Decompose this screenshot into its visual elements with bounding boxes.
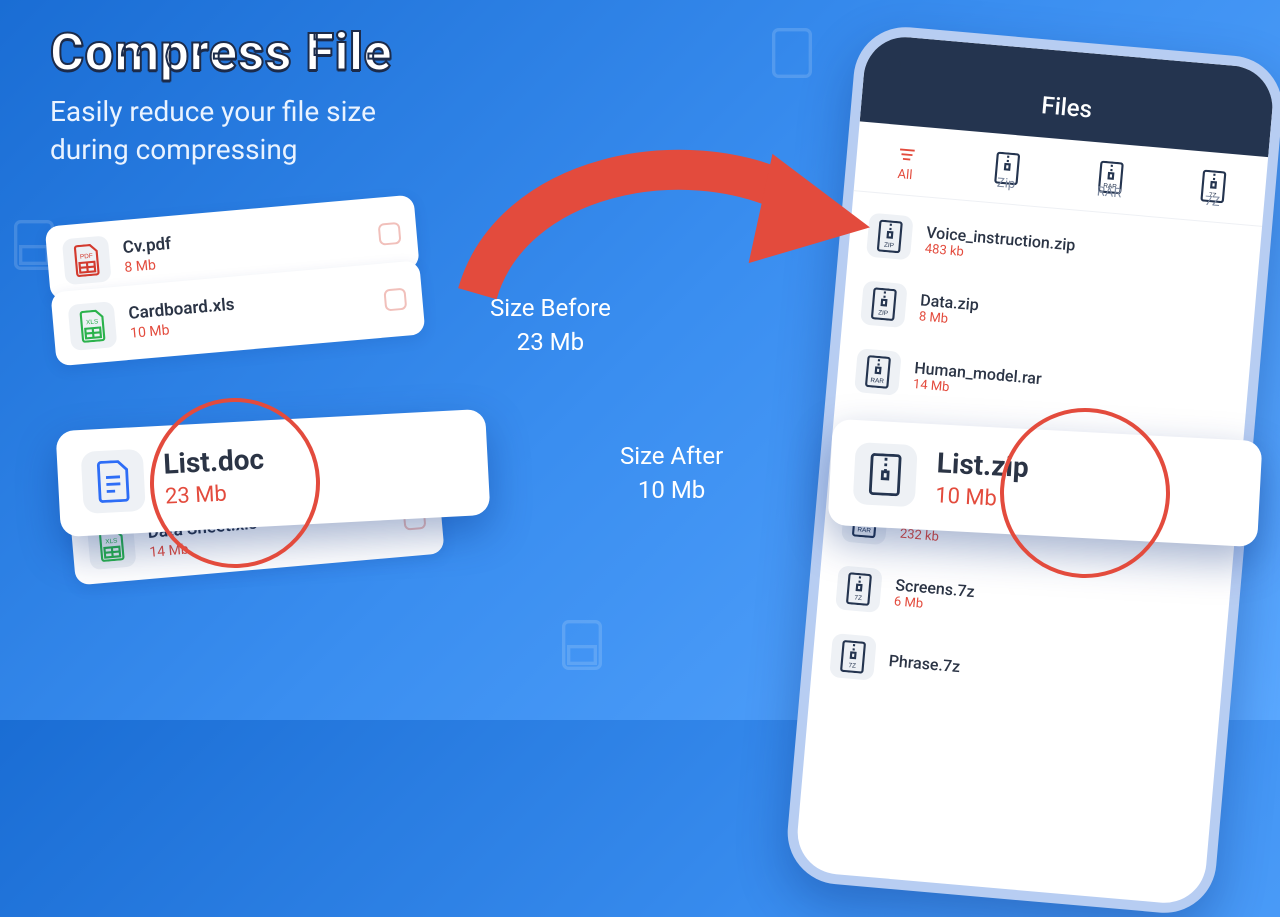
checkbox[interactable]	[383, 288, 407, 312]
file-size: 10 Mb	[935, 483, 1028, 513]
zip-icon	[994, 151, 1022, 175]
tab-rar[interactable]: RAR RAR	[1091, 154, 1129, 208]
page-subtitle: Easily reduce your file size during comp…	[50, 93, 392, 169]
file-name: List.doc	[163, 442, 265, 480]
svg-text:XLS: XLS	[105, 538, 118, 546]
tab-label: Zip	[996, 176, 1015, 193]
bg-deco-icon	[560, 620, 604, 670]
tab-label: All	[897, 167, 913, 183]
doc-icon	[81, 449, 146, 514]
tab-7z[interactable]: 7Z 7Z	[1194, 163, 1232, 217]
arrow-icon	[446, 103, 874, 342]
headline: Compress File Easily reduce your file si…	[50, 22, 392, 169]
file-name: Phrase.7z	[888, 651, 961, 676]
xls-icon: XLS	[68, 301, 118, 351]
svg-text:RAR: RAR	[870, 377, 884, 385]
highlighted-result-file[interactable]: List.zip 10 Mb	[828, 419, 1263, 547]
svg-text:XLS: XLS	[86, 318, 99, 326]
page-title: Compress File	[50, 22, 392, 83]
file-name: List.zip	[936, 446, 1030, 484]
svg-text:ZIP: ZIP	[884, 242, 895, 250]
all-icon	[895, 143, 919, 167]
bg-deco-icon	[770, 28, 814, 78]
tab-label: RAR	[1096, 184, 1122, 201]
svg-text:RAR: RAR	[857, 526, 871, 534]
svg-text:ZIP: ZIP	[878, 309, 889, 317]
checkbox[interactable]	[284, 457, 313, 486]
7z-icon: 7Z	[835, 565, 883, 613]
file-size: 23 Mb	[164, 479, 266, 509]
pdf-icon: PDF	[62, 235, 112, 285]
svg-text:PDF: PDF	[80, 253, 93, 261]
rar-icon: RAR	[1097, 160, 1125, 184]
zip-icon	[853, 442, 918, 507]
svg-text:7Z: 7Z	[848, 662, 856, 670]
checkbox[interactable]	[378, 222, 402, 246]
highlighted-source-file[interactable]: List.doc 23 Mb	[56, 409, 491, 537]
tab-zip[interactable]: Zip	[988, 145, 1026, 199]
7z-icon: 7Z	[829, 633, 877, 681]
tab-all[interactable]: All	[889, 136, 923, 189]
7z-icon: 7Z	[1200, 169, 1228, 193]
zip-icon: ZIP	[866, 213, 914, 261]
rar-icon: RAR	[854, 348, 902, 396]
phone-title: Files	[1040, 91, 1093, 123]
size-after-label: Size After 10 Mb	[620, 440, 723, 507]
tab-label: 7Z	[1204, 194, 1220, 210]
svg-text:7Z: 7Z	[854, 594, 862, 602]
